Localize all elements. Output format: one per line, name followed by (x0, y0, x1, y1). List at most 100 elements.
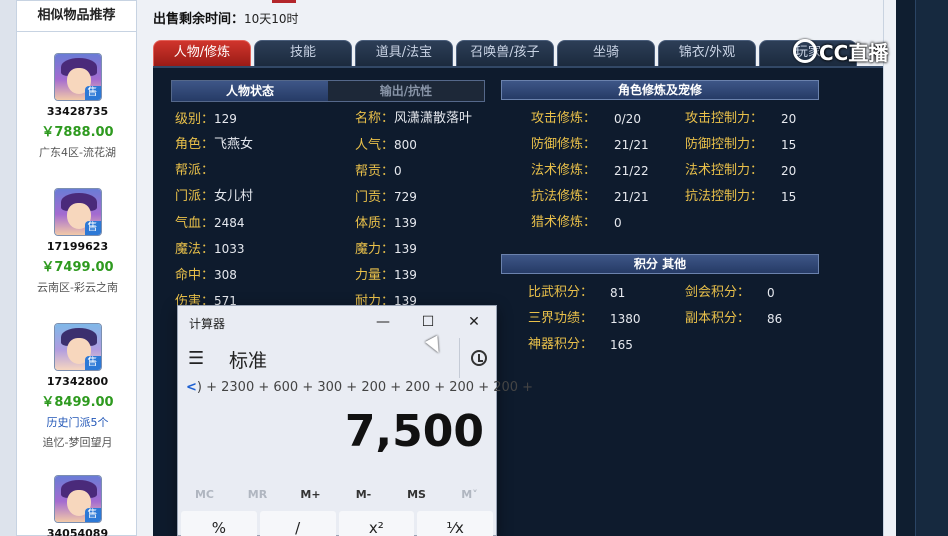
stat-value: 飞燕女 (214, 137, 254, 152)
cultivation-row: 猎术修炼： (531, 214, 596, 232)
cult-label: 攻击修炼： (531, 111, 597, 126)
similar-item-4[interactable]: 售 34054089 (17, 475, 138, 536)
sale-tag: 售 (84, 356, 101, 370)
role-tabs: 人物/修炼 技能 道具/法宝 召唤兽/孩子 坐骑 锦衣/外观 玩家 (153, 40, 857, 66)
points-label: 比武积分： (528, 285, 594, 300)
close-button[interactable]: ✕ (461, 312, 487, 332)
memory-list-button[interactable]: M˅ (443, 486, 496, 504)
square-key[interactable]: x² (338, 511, 415, 536)
points-row: 三界功绩： (528, 310, 593, 328)
stat-value: 139 (394, 242, 417, 256)
stat-label: 人气： (355, 138, 395, 153)
hamburger-menu-icon[interactable]: ☰ (188, 348, 204, 369)
cult-value: 21/21 (614, 190, 649, 204)
mc-button[interactable]: MC (178, 486, 231, 504)
reciprocal-key[interactable]: ⅟x (417, 511, 493, 536)
cultivation-row-value: 21/22 (614, 162, 649, 180)
ms-button[interactable]: MS (390, 486, 443, 504)
stat-value: 风潇潇散落叶 (394, 111, 473, 126)
item-server: 追忆-梦回望月 (42, 436, 113, 449)
stat-label: 命中： (175, 268, 215, 283)
history-clock-icon (470, 350, 487, 366)
cult-value: 21/21 (614, 138, 649, 152)
control-row-value: 15 (781, 188, 796, 206)
stat-guild: 帮派： (175, 162, 214, 180)
stat-constitution: 体质：139 (355, 214, 417, 232)
points-value: 165 (610, 338, 633, 352)
stat-label: 级别： (175, 112, 215, 127)
item-server: 云南区-彩云之南 (37, 281, 118, 294)
item-avatar[interactable]: 售 (53, 475, 102, 523)
m-plus-button[interactable]: M+ (284, 486, 337, 504)
tab-items[interactable]: 道具/法宝 (355, 40, 453, 66)
control-row-value: 20 (781, 110, 796, 128)
points-label: 副本积分： (685, 311, 751, 326)
stat-value: 2484 (214, 216, 245, 230)
item-avatar[interactable]: 售 (53, 323, 102, 371)
cult-value: 0/20 (614, 112, 641, 126)
points-row-value: 165 (610, 336, 633, 354)
stat-magic: 魔力：139 (355, 240, 417, 258)
tab-skills[interactable]: 技能 (254, 40, 352, 66)
calculator-display: 7,500 (344, 406, 484, 457)
stat-label: 气血： (175, 216, 215, 231)
item-server: 广东4区-流花湖 (39, 146, 116, 159)
divide-key[interactable]: / (259, 511, 336, 536)
minimize-button[interactable]: — (370, 312, 396, 332)
item-avatar[interactable]: 售 (53, 53, 102, 101)
tab-appearance[interactable]: 锦衣/外观 (658, 40, 756, 66)
cult-label: 防御控制力： (685, 137, 764, 152)
item-price: ￥7499.00 (41, 260, 114, 275)
stat-mp: 魔法：1033 (175, 240, 245, 258)
item-price: ￥8499.00 (41, 395, 114, 410)
cultivation-row: 攻击修炼： (531, 110, 596, 128)
subtab-status[interactable]: 人物状态 (172, 81, 328, 101)
similar-item-3[interactable]: 售 17342800 ￥8499.00 历史门派5个 追忆-梦回望月 (17, 323, 138, 450)
stat-level: 级别：129 (175, 110, 237, 128)
stat-value: 800 (394, 138, 417, 152)
cult-label: 猎术修炼： (531, 215, 597, 230)
item-avatar[interactable]: 售 (53, 188, 102, 236)
cult-value: 15 (781, 190, 797, 204)
similar-item-2[interactable]: 售 17199623 ￥7499.00 云南区-彩云之南 (17, 188, 138, 295)
percent-key[interactable]: % (181, 511, 257, 536)
stat-sect-contribution: 门贡：729 (355, 188, 417, 206)
history-button[interactable] (459, 338, 497, 378)
tab-summons[interactable]: 召唤兽/孩子 (456, 40, 554, 66)
subtab-output-resist[interactable]: 输出/抗性 (328, 81, 484, 101)
cult-value: 15 (781, 138, 797, 152)
sidebar-title: 相似物品推荐 (17, 1, 136, 32)
right-scroll-area (883, 0, 896, 536)
similar-item-1[interactable]: 售 33428735 ￥7888.00 广东4区-流花湖 (17, 53, 138, 160)
cult-label: 法术修炼： (531, 163, 597, 178)
stat-label: 魔力： (355, 242, 395, 257)
points-row: 副本积分： (685, 310, 750, 328)
stat-label: 帮派： (175, 163, 215, 178)
cult-value: 20 (781, 164, 797, 178)
cult-label: 抗法控制力： (685, 189, 764, 204)
expression-scroll-left-icon[interactable]: < (186, 380, 197, 395)
stat-role: 角色：飞燕女 (175, 136, 253, 154)
sale-time-value: 10天10时 (244, 12, 299, 26)
cult-label: 攻击控制力： (685, 111, 764, 126)
sale-tag: 售 (84, 221, 101, 235)
calculator-titlebar[interactable]: 计算器 — ☐ ✕ (178, 306, 496, 338)
control-row: 攻击控制力： (685, 110, 763, 128)
maximize-button[interactable]: ☐ (415, 312, 441, 332)
stat-popularity: 人气：800 (355, 136, 417, 154)
keypad-row: % / x² ⅟x (181, 511, 493, 536)
stat-value: 1033 (214, 242, 245, 256)
cc-logo-icon (793, 39, 817, 63)
tab-mounts[interactable]: 坐骑 (557, 40, 655, 66)
cultivation-row-value: 21/21 (614, 188, 649, 206)
stat-value: 129 (214, 112, 237, 126)
calculator-mode: 标准 (229, 350, 268, 372)
control-row: 抗法控制力： (685, 188, 763, 206)
mr-button[interactable]: MR (231, 486, 284, 504)
stat-label: 门贡： (355, 190, 395, 205)
calculator-window: 计算器 — ☐ ✕ ☰ 标准 <) + 2300 + 600 + 300 + 2… (177, 305, 533, 536)
stat-value: 308 (214, 268, 237, 282)
tab-character[interactable]: 人物/修炼 (153, 40, 251, 66)
m-minus-button[interactable]: M- (337, 486, 390, 504)
points-row: 比武积分： (528, 284, 593, 302)
